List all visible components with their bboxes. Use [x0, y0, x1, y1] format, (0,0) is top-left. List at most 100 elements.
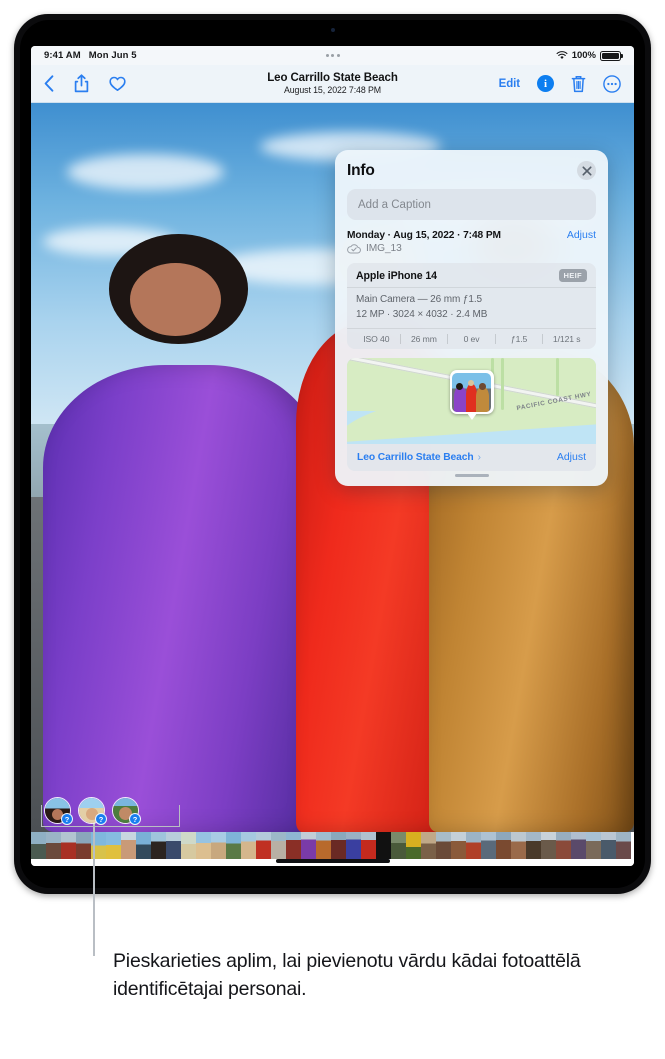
camera-header: Apple iPhone 14 HEIF — [347, 263, 596, 288]
drag-grabber-icon[interactable] — [454, 474, 489, 478]
share-upload-icon[interactable] — [74, 74, 89, 93]
thumbnail-item[interactable] — [496, 832, 511, 859]
thumbnail-item[interactable] — [316, 832, 331, 859]
thumbnail-item[interactable] — [211, 832, 226, 859]
thumbnail-item[interactable] — [391, 832, 406, 859]
thumbnail-item[interactable] — [616, 832, 631, 859]
chevron-left-icon[interactable] — [44, 75, 54, 92]
thumbnail-item[interactable] — [571, 832, 586, 859]
thumbnail-item[interactable] — [406, 832, 421, 859]
thumbnail-item[interactable] — [541, 832, 556, 859]
thumbnail-item[interactable] — [361, 832, 376, 859]
thumbnail-item[interactable] — [331, 832, 346, 859]
thumbnail-item[interactable] — [226, 832, 241, 859]
camera-device-name: Apple iPhone 14 — [356, 269, 437, 282]
date-row: Monday · Aug 15, 2022 · 7:48 PM Adjust — [347, 229, 596, 241]
pin-person-1 — [453, 387, 467, 412]
unnamed-person-badge[interactable]: ? — [95, 813, 107, 825]
exif-aperture: ƒ1.5 — [496, 334, 544, 344]
edit-button[interactable]: Edit — [499, 78, 520, 90]
callout-leader-line — [93, 821, 95, 956]
caption-input[interactable]: Add a Caption — [347, 189, 596, 220]
map-trail — [556, 358, 560, 396]
photo-datetime: August 15, 2022 7:48 PM — [284, 85, 381, 96]
face-circle-3[interactable]: ? — [112, 797, 141, 825]
identified-faces-row: ? ? ? — [44, 797, 141, 825]
wifi-icon — [556, 51, 568, 59]
thumbnail-item[interactable] — [241, 832, 256, 859]
home-indicator-icon[interactable] — [275, 859, 390, 863]
thumbnail-item[interactable] — [421, 832, 436, 859]
thumbnail-item[interactable] — [556, 832, 571, 859]
ipad-device-frame: 9:41 AM Mon Jun 5 100% Leo Carrillo Stat… — [14, 14, 651, 894]
unnamed-person-badge[interactable]: ? — [61, 813, 73, 825]
thumbnail-item[interactable] — [436, 832, 451, 859]
pin-head-3 — [479, 383, 486, 391]
status-time: 9:41 AM — [44, 50, 81, 61]
close-x-icon[interactable] — [577, 161, 596, 180]
exif-ev: 0 ev — [448, 334, 496, 344]
thumbnail-item[interactable] — [286, 832, 301, 859]
map-preview[interactable]: PACIFIC COAST HWY — [347, 358, 596, 444]
thumbnail-item[interactable] — [181, 832, 196, 859]
info-popover: Info Add a Caption Monday · Aug 15, 2022… — [335, 150, 608, 487]
thumbnail-item[interactable] — [196, 832, 211, 859]
thumbnail-item[interactable] — [256, 832, 271, 859]
toolbar-right-group: Edit i — [499, 74, 621, 93]
thumbnail-item[interactable] — [106, 832, 121, 859]
thumbnail-item[interactable] — [586, 832, 601, 859]
thumbnail-item[interactable] — [166, 832, 181, 859]
exif-iso: ISO 40 — [353, 334, 401, 344]
pin-head-1 — [455, 382, 463, 390]
photo-map-pin-icon[interactable] — [449, 370, 494, 420]
pin-thumbnail — [452, 372, 491, 412]
thumbnail-item[interactable] — [511, 832, 526, 859]
camera-info-card: Apple iPhone 14 HEIF Main Camera — 26 mm… — [347, 263, 596, 349]
info-panel-header: Info — [347, 161, 596, 180]
close-x-glyph — [581, 165, 592, 176]
thumbnail-item[interactable] — [526, 832, 541, 859]
location-map-card: PACIFIC COAST HWY Leo Carrillo State Bea… — [347, 358, 596, 471]
adjust-location-button[interactable]: Adjust — [557, 451, 586, 463]
thumbnail-item[interactable] — [31, 832, 46, 859]
thumbnail-item[interactable] — [481, 832, 496, 859]
thumbnail-item[interactable] — [346, 832, 361, 859]
photo-viewer[interactable]: Info Add a Caption Monday · Aug 15, 2022… — [31, 103, 634, 832]
status-bar-left: 9:41 AM Mon Jun 5 — [44, 50, 137, 61]
info-circle-filled-icon[interactable]: i — [537, 75, 554, 92]
person-1-face — [130, 263, 221, 337]
heart-outline-icon[interactable] — [109, 76, 126, 92]
exif-row: ISO 40 26 mm 0 ev ƒ1.5 1/121 s — [347, 329, 596, 349]
exif-shutter: 1/121 s — [552, 334, 581, 344]
face-circle-1[interactable]: ? — [44, 797, 73, 825]
face-circle-2[interactable]: ? — [78, 797, 107, 825]
cloud-check-icon — [347, 243, 361, 253]
thumbnail-item[interactable] — [301, 832, 316, 859]
thumbnail-item[interactable] — [451, 832, 466, 859]
adjust-date-button[interactable]: Adjust — [567, 229, 596, 241]
ellipsis-circle-icon[interactable] — [603, 74, 621, 93]
location-name-link[interactable]: Leo Carrillo State Beach — [357, 452, 474, 463]
map-footer: Leo Carrillo State Beach › Adjust — [347, 444, 596, 471]
thumbnail-item[interactable] — [466, 832, 481, 859]
camera-specs: Main Camera — 26 mm ƒ1.5 12 MP · 3024 × … — [347, 288, 596, 329]
thumbnail-item[interactable] — [271, 832, 286, 859]
thumbnail-item[interactable] — [76, 832, 91, 859]
chevron-right-icon[interactable]: › — [478, 452, 481, 463]
thumbnail-item[interactable] — [46, 832, 61, 859]
thumbnail-item[interactable] — [61, 832, 76, 859]
thumbnail-item[interactable] — [151, 832, 166, 859]
trash-icon[interactable] — [571, 75, 586, 93]
thumbnail-item[interactable] — [376, 832, 391, 859]
photo-filmstrip[interactable] — [31, 832, 634, 866]
exif-focal: 26 mm — [401, 334, 449, 344]
thumbnail-item[interactable] — [121, 832, 136, 859]
info-panel-title: Info — [347, 161, 375, 179]
unnamed-person-badge[interactable]: ? — [129, 813, 141, 825]
multitasking-dots-icon[interactable] — [325, 54, 340, 57]
resolution-line: 12 MP · 3024 × 4032 · 2.4 MB — [356, 308, 488, 320]
front-camera-icon — [330, 28, 335, 32]
thumbnail-item[interactable] — [136, 832, 151, 859]
person-purple-shirt — [43, 365, 321, 832]
thumbnail-item[interactable] — [601, 832, 616, 859]
